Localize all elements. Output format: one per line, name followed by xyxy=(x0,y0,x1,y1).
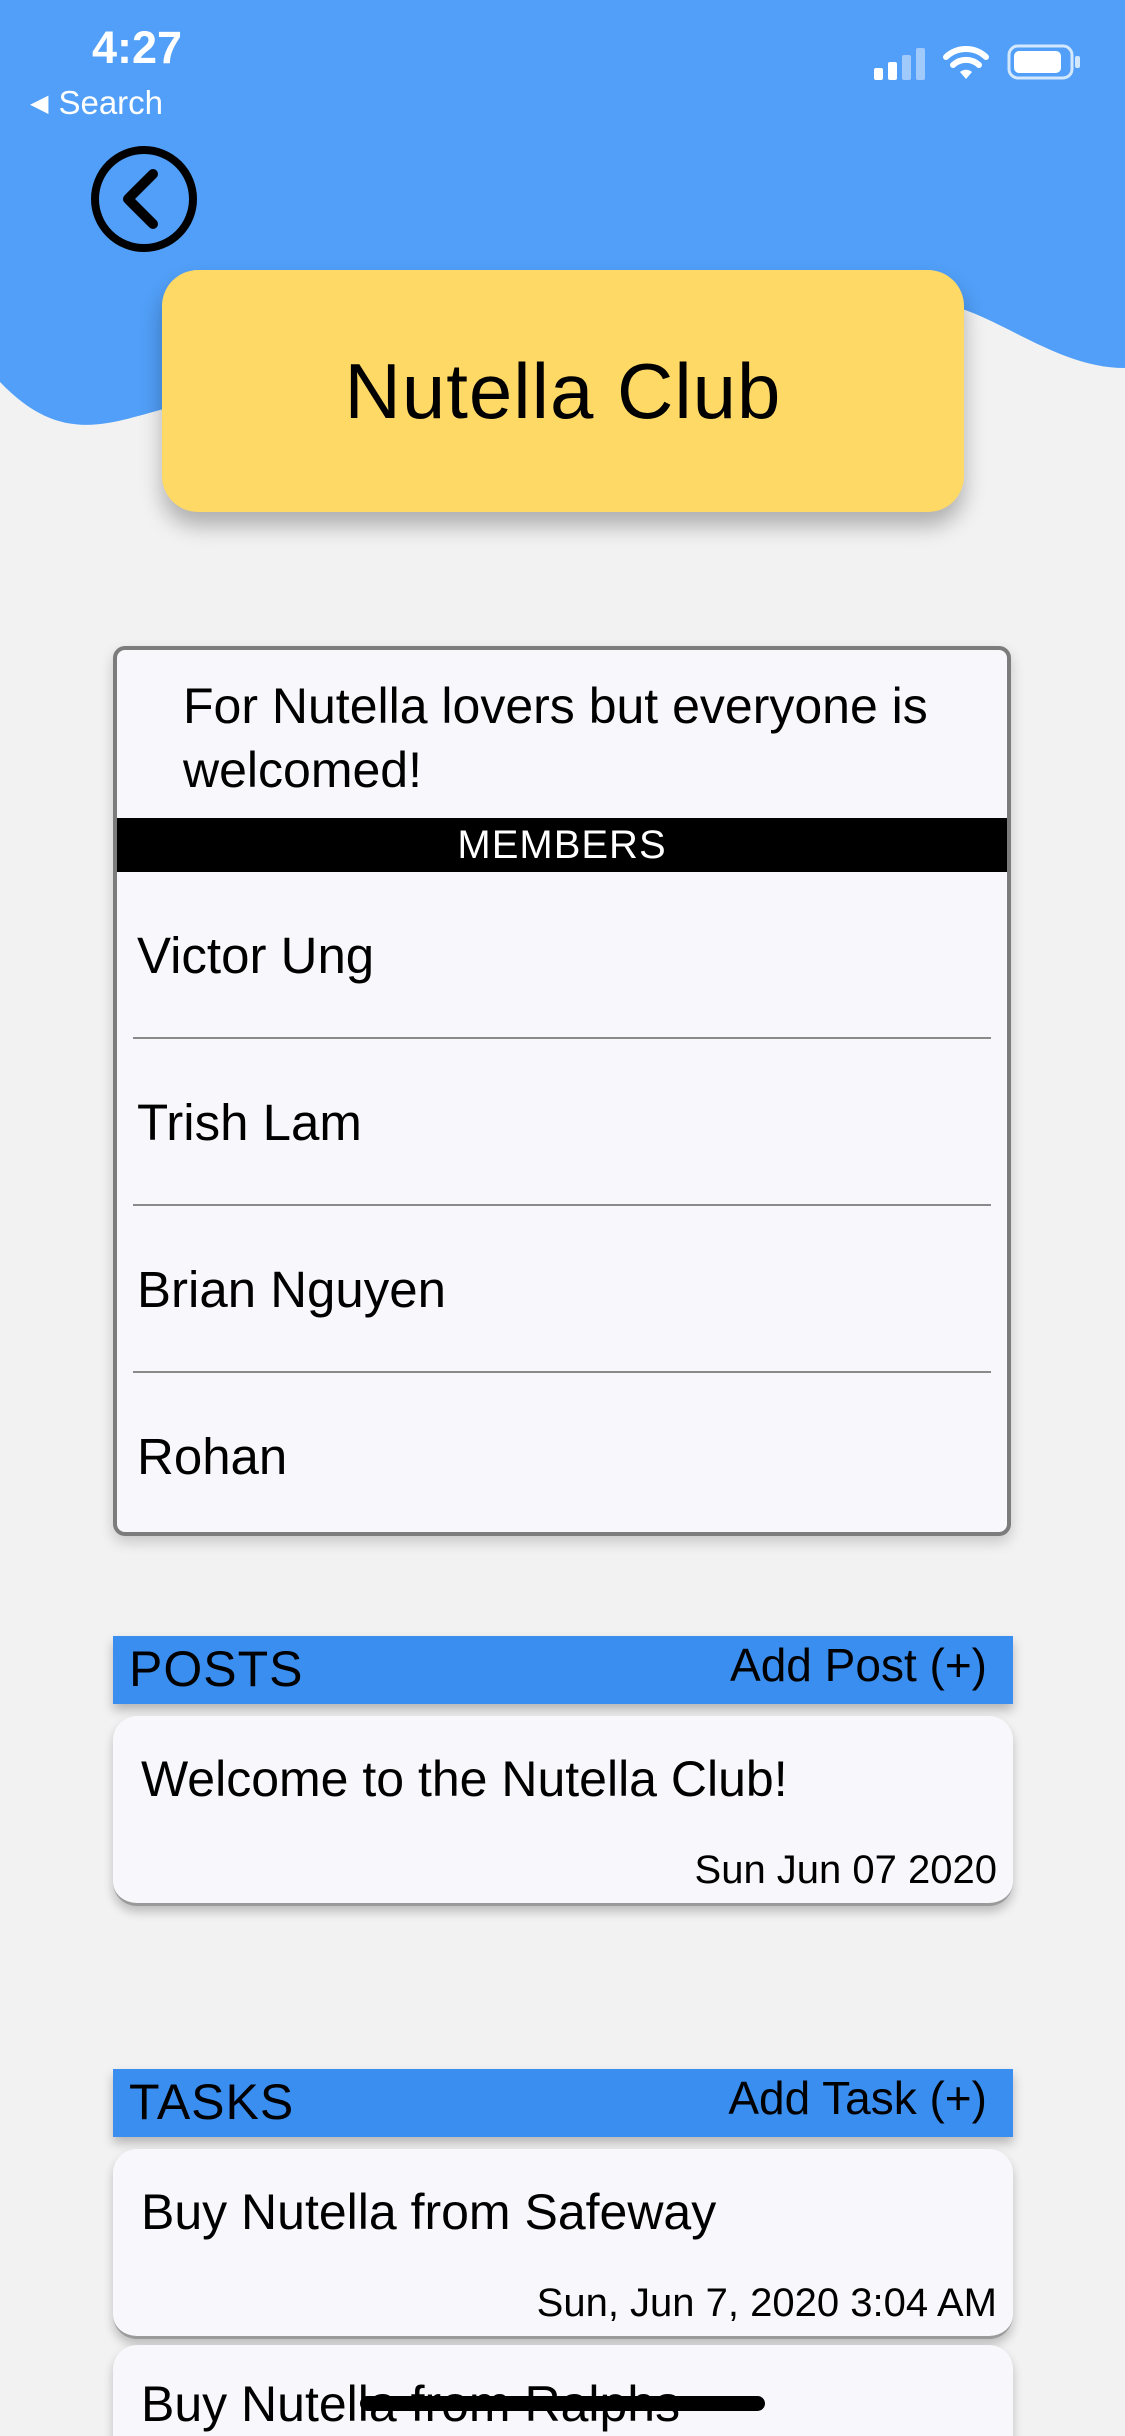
member-name: Rohan xyxy=(137,1428,288,1485)
status-back-label: Search xyxy=(58,84,164,121)
post-title: Welcome to the Nutella Club! xyxy=(141,1751,788,1807)
task-card[interactable]: Buy Nutella from Ralphs xyxy=(113,2345,1013,2436)
status-time: 4:27 xyxy=(92,22,183,73)
status-icons xyxy=(874,44,1081,80)
tasks-section-header: TASKS Add Task (+) xyxy=(113,2069,1013,2137)
members-list[interactable]: Victor Ung Trish Lam Brian Nguyen Rohan xyxy=(117,872,1007,1532)
member-row[interactable]: Trish Lam xyxy=(117,1039,1007,1206)
task-date: Sun, Jun 7, 2020 3:04 AM xyxy=(536,2281,997,2325)
club-title-card: Nutella Club xyxy=(162,270,964,512)
tasks-section-title: TASKS xyxy=(129,2074,295,2130)
post-date: Sun Jun 07 2020 xyxy=(694,1848,997,1892)
page-title: Nutella Club xyxy=(344,346,782,435)
posts-section-header: POSTS Add Post (+) xyxy=(113,1636,1013,1704)
battery-icon xyxy=(1007,44,1080,80)
status-back-link[interactable]: ◀ Search xyxy=(30,84,163,122)
add-post-button[interactable]: Add Post (+) xyxy=(730,1638,987,1692)
home-indicator[interactable] xyxy=(360,2396,765,2411)
member-name: Brian Nguyen xyxy=(137,1261,447,1318)
back-chevron-circle-icon[interactable] xyxy=(90,145,198,253)
wifi-icon xyxy=(943,46,989,79)
member-row[interactable]: Rohan xyxy=(117,1373,1007,1532)
back-triangle-icon: ◀ xyxy=(30,89,49,117)
club-description: For Nutella lovers but everyone is welco… xyxy=(183,678,928,798)
member-row[interactable]: Brian Nguyen xyxy=(117,1206,1007,1373)
member-name: Victor Ung xyxy=(137,927,375,984)
member-row[interactable]: Victor Ung xyxy=(117,872,1007,1039)
club-detail-screen: 4:27 ◀ Search Nutella Club For Nutella l… xyxy=(0,0,1125,2436)
task-title: Buy Nutella from Safeway xyxy=(141,2184,717,2240)
post-card[interactable]: Welcome to the Nutella Club! Sun Jun 07 … xyxy=(113,1716,1013,1906)
member-name: Trish Lam xyxy=(137,1094,362,1151)
task-card[interactable]: Buy Nutella from Safeway Sun, Jun 7, 202… xyxy=(113,2149,1013,2339)
signal-icon xyxy=(874,48,925,80)
members-header: MEMBERS xyxy=(117,818,1007,872)
club-info-card: For Nutella lovers but everyone is welco… xyxy=(113,646,1011,1536)
add-task-button[interactable]: Add Task (+) xyxy=(728,2071,987,2125)
posts-section-title: POSTS xyxy=(129,1641,304,1697)
